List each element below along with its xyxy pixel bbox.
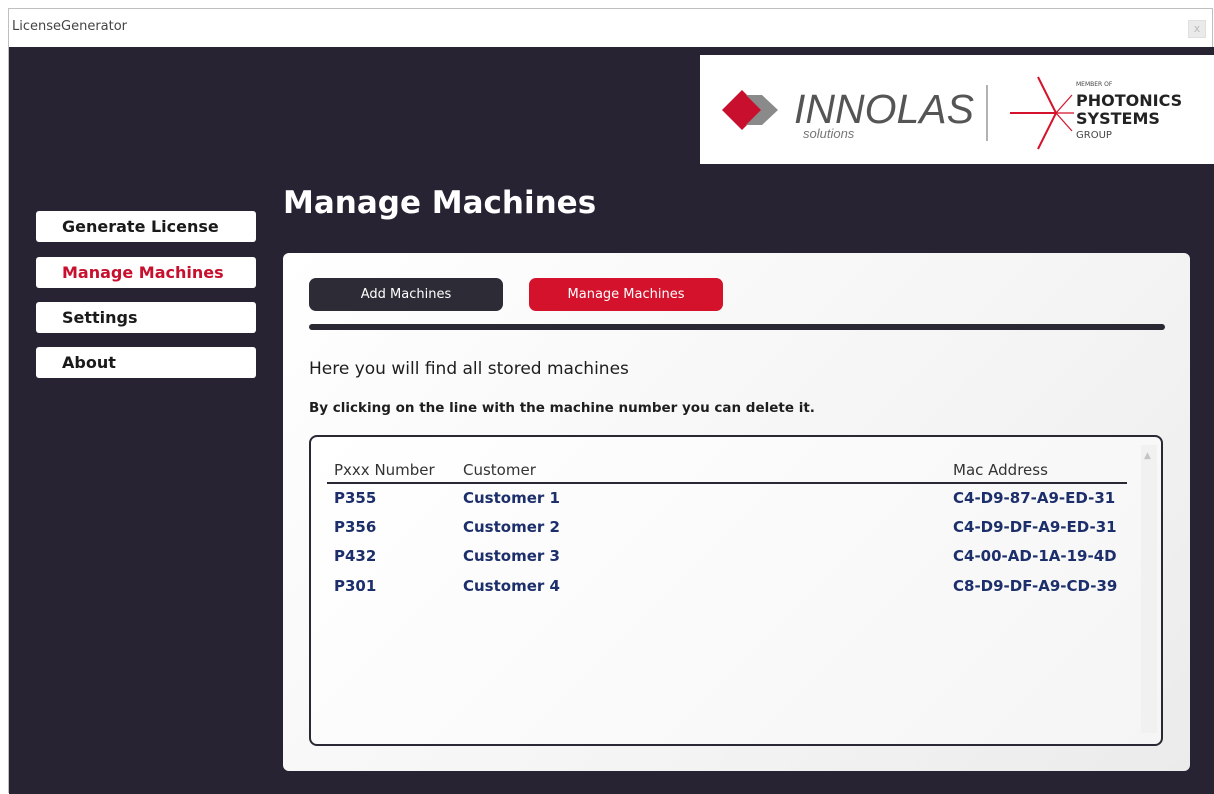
logo-group-line3: GROUP <box>1076 130 1112 141</box>
row-mac: C4-D9-DF-A9-ED-31 <box>953 518 1117 536</box>
row-number: P432 <box>334 547 377 565</box>
column-header-customer: Customer <box>463 461 536 479</box>
manage-machines-button[interactable]: Manage Machines <box>529 278 723 311</box>
window-title: LicenseGenerator <box>12 19 128 34</box>
nav-manage-machines[interactable]: Manage Machines <box>36 257 256 288</box>
info-subtext: By clicking on the line with the machine… <box>309 400 815 416</box>
logo-brand-sub: solutions <box>803 126 855 141</box>
nav-about[interactable]: About <box>36 347 256 378</box>
logo-group-line2: SYSTEMS <box>1076 109 1160 128</box>
table-row[interactable]: P355 Customer 1 C4-D9-87-A9-ED-31 <box>311 489 1141 517</box>
table-row[interactable]: P301 Customer 4 C8-D9-DF-A9-CD-39 <box>311 577 1141 605</box>
row-mac: C4-D9-87-A9-ED-31 <box>953 489 1116 507</box>
logo-graphic: INNOLAS solutions MEMBER OF PHOTONICS SY… <box>722 76 1182 150</box>
scroll-up-icon[interactable]: ▲ <box>1144 451 1151 461</box>
page-title: Manage Machines <box>283 185 597 221</box>
logo-ray-1 <box>1055 94 1073 114</box>
nav-settings[interactable]: Settings <box>36 302 256 333</box>
row-number: P355 <box>334 489 377 507</box>
header-underline <box>327 482 1127 484</box>
row-customer: Customer 2 <box>463 518 560 536</box>
column-header-number: Pxxx Number <box>334 461 435 479</box>
app-content: INNOLAS solutions MEMBER OF PHOTONICS SY… <box>9 47 1214 794</box>
company-logo: INNOLAS solutions MEMBER OF PHOTONICS SY… <box>700 55 1214 164</box>
section-divider <box>309 324 1165 330</box>
list-scrollbar[interactable]: ▲ <box>1141 445 1157 733</box>
row-customer: Customer 4 <box>463 577 560 595</box>
main-panel: Add Machines Manage Machines Here you wi… <box>283 253 1190 771</box>
title-bar: LicenseGenerator x <box>9 9 1212 47</box>
table-row[interactable]: P432 Customer 3 C4-00-AD-1A-19-4D <box>311 547 1141 575</box>
row-number: P356 <box>334 518 377 536</box>
info-heading: Here you will find all stored machines <box>309 359 629 379</box>
row-customer: Customer 3 <box>463 547 560 565</box>
logo-group-line1: PHOTONICS <box>1076 91 1182 110</box>
row-customer: Customer 1 <box>463 489 560 507</box>
row-mac: C4-00-AD-1A-19-4D <box>953 547 1117 565</box>
row-mac: C8-D9-DF-A9-CD-39 <box>953 577 1118 595</box>
row-number: P301 <box>334 577 377 595</box>
logo-ray-3 <box>1055 112 1073 132</box>
nav-generate-license[interactable]: Generate License <box>36 211 256 242</box>
app-window: LicenseGenerator x INNOLAS solutions MEM… <box>8 8 1214 794</box>
close-icon[interactable]: x <box>1188 20 1206 38</box>
table-row[interactable]: P356 Customer 2 C4-D9-DF-A9-ED-31 <box>311 518 1141 546</box>
machines-list: ▲ Pxxx Number Customer Mac Address P355 … <box>309 435 1163 746</box>
logo-member-of: MEMBER OF <box>1076 81 1113 88</box>
add-machines-button[interactable]: Add Machines <box>309 278 503 311</box>
column-header-mac: Mac Address <box>953 461 1048 479</box>
